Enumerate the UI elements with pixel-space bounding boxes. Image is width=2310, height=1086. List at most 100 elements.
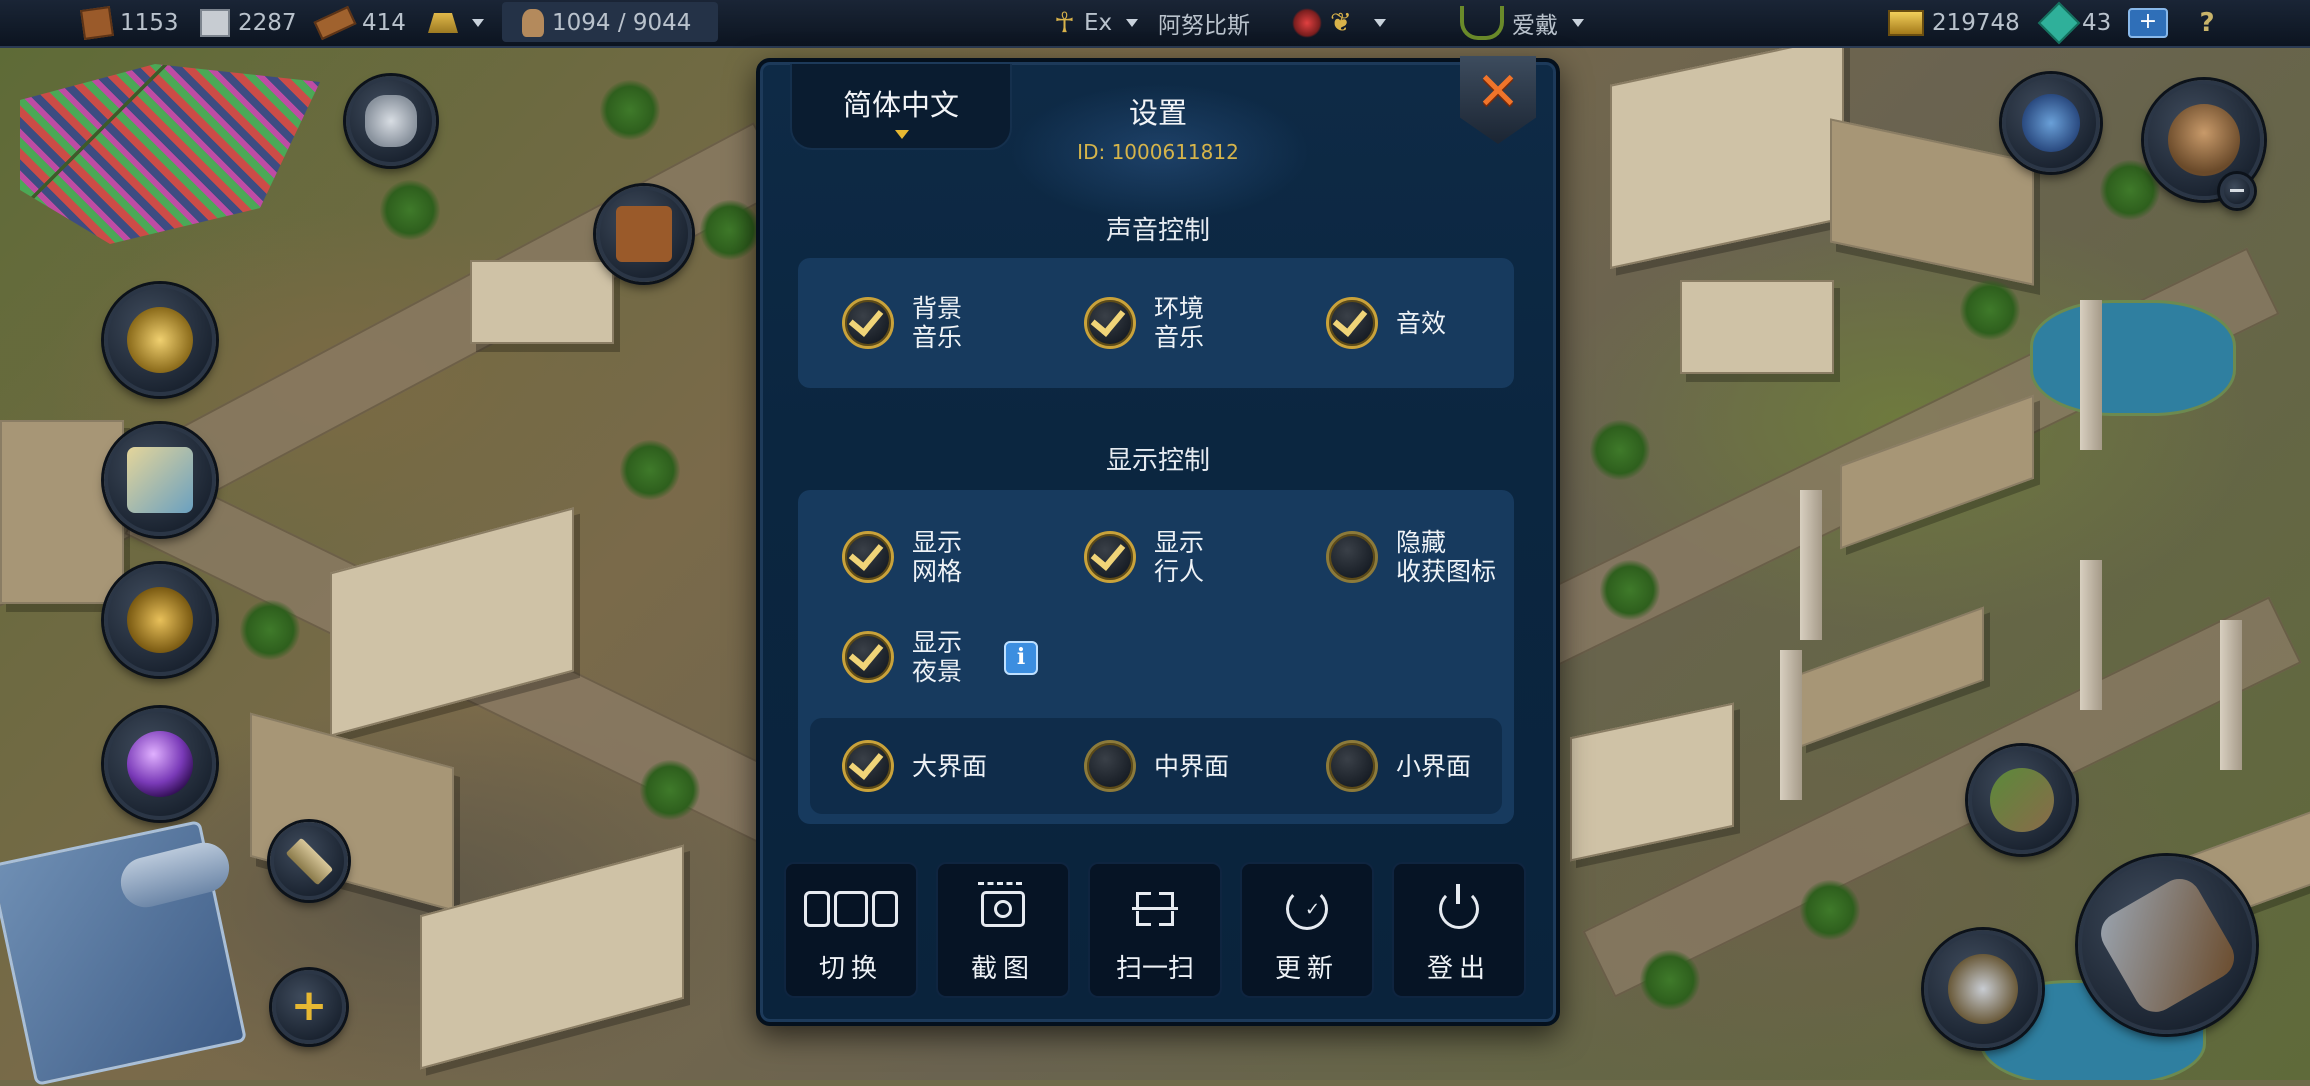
- display-section-title: 显示控制: [1105, 446, 1210, 476]
- pyramid-temple-building: [1610, 35, 1844, 269]
- palm-tree: [240, 600, 300, 660]
- minus-icon: [2230, 189, 2244, 192]
- info-icon[interactable]: i: [1004, 641, 1038, 675]
- zoom-out-button[interactable]: [2220, 174, 2254, 208]
- monument-button[interactable]: [2002, 74, 2100, 172]
- laurel-icon: [1460, 6, 1504, 40]
- option-label: 中界面: [1154, 751, 1230, 781]
- chevron-down-icon: [1374, 19, 1386, 27]
- toggle-sound-effects[interactable]: 音效: [1326, 288, 1446, 358]
- buy-gems[interactable]: +: [2128, 6, 2168, 40]
- checkbox-icon: [1326, 297, 1378, 349]
- checkbox-icon: [842, 297, 894, 349]
- chevron-down-icon: [472, 19, 484, 27]
- palm-tree: [1590, 420, 1650, 480]
- close-icon: ✕: [1476, 62, 1520, 122]
- obelisk: [1780, 650, 1802, 800]
- add-button[interactable]: +: [272, 970, 346, 1044]
- building: [470, 260, 614, 344]
- population: 1094 / 9044: [522, 6, 691, 40]
- plus-icon[interactable]: +: [2128, 8, 2168, 38]
- obelisk: [2080, 560, 2102, 710]
- ruler-rating-text: 爱戴: [1512, 13, 1558, 39]
- switch-account-button[interactable]: 切换: [784, 862, 918, 998]
- gem-value: 43: [2082, 10, 2112, 36]
- trade-button[interactable]: [104, 564, 216, 676]
- scan-icon: [1090, 884, 1220, 934]
- help[interactable]: ?: [2192, 6, 2222, 40]
- palm-tree: [700, 200, 760, 260]
- plank-icon: [313, 5, 357, 41]
- top-resource-bar: 1153 2287 414 1094 / 9044 ☥ Ex 阿努比斯 ❦ 爱戴…: [0, 0, 2310, 48]
- gold-value: 219748: [1932, 10, 2020, 36]
- option-label: 显示 网格: [912, 528, 963, 586]
- action-label: 切换: [818, 954, 883, 984]
- option-label: 显示 行人: [1154, 528, 1205, 586]
- building: [1830, 118, 2034, 286]
- crate-icon: [80, 6, 114, 40]
- toggle-show-grid[interactable]: 显示 网格: [842, 522, 962, 592]
- palm-tree: [1640, 950, 1700, 1010]
- checkbox-icon: [842, 631, 894, 683]
- radio-medium-ui[interactable]: 中界面: [1084, 731, 1229, 801]
- stone-icon: [200, 9, 230, 37]
- logout-button[interactable]: 登出: [1392, 862, 1526, 998]
- chat-bubble-icon: [364, 94, 418, 148]
- ruler-rating-dropdown[interactable]: 爱戴: [1460, 6, 1584, 40]
- orb-icon: [126, 730, 194, 798]
- help-icon[interactable]: ?: [2192, 8, 2222, 38]
- toggle-show-night-view[interactable]: 显示 夜景: [842, 622, 962, 692]
- layers-button[interactable]: [270, 822, 348, 900]
- resource-value: 1153: [120, 10, 179, 36]
- city-name: 阿努比斯: [1158, 6, 1250, 40]
- sound-panel: 背景 音乐 环境 音乐 音效: [798, 258, 1514, 388]
- clear-land-button[interactable]: [1924, 930, 2042, 1048]
- scales-icon: [126, 586, 194, 654]
- screenshot-button[interactable]: 截图: [936, 862, 1070, 998]
- goods-dropdown[interactable]: ❦: [1292, 6, 1386, 40]
- building: [1570, 702, 1734, 862]
- magic-orb-button[interactable]: [104, 708, 216, 820]
- military-button[interactable]: [104, 284, 216, 396]
- radio-small-ui[interactable]: 小界面: [1326, 731, 1471, 801]
- close-button[interactable]: ✕: [1460, 56, 1536, 144]
- chat-button[interactable]: [346, 76, 436, 166]
- gold-bars-icon: [428, 13, 458, 33]
- population-icon: [522, 9, 544, 37]
- action-label: 扫一扫: [1115, 954, 1194, 984]
- crate-icon: [615, 205, 673, 263]
- advisor-portrait-icon: [2168, 104, 2240, 176]
- resource-crates[interactable]: 1153: [80, 6, 179, 40]
- option-label: 环境 音乐: [1154, 294, 1205, 352]
- resource-value: 2287: [238, 10, 297, 36]
- deity-selector[interactable]: ☥ Ex: [1054, 6, 1139, 40]
- resources-dropdown[interactable]: [428, 6, 484, 40]
- radio-icon: [1084, 740, 1136, 792]
- checkbox-icon: [1084, 297, 1136, 349]
- chevron-down-icon: [1126, 19, 1139, 27]
- gold-icon: [1888, 10, 1924, 36]
- resource-stone[interactable]: 2287: [200, 6, 297, 40]
- power-icon: [1394, 884, 1524, 934]
- obelisk: [2080, 300, 2102, 450]
- scan-button[interactable]: 扫一扫: [1088, 862, 1222, 998]
- ankh-icon: ☥: [1054, 6, 1075, 39]
- resource-planks[interactable]: 414: [313, 5, 406, 41]
- building: [420, 844, 684, 1070]
- deity-label: Ex: [1084, 10, 1113, 36]
- update-button[interactable]: 更新: [1240, 862, 1374, 998]
- city-name-text: 阿努比斯: [1158, 13, 1250, 39]
- build-hammer-button[interactable]: [2078, 856, 2256, 1034]
- storage-button[interactable]: [596, 186, 692, 282]
- world-map-button[interactable]: [104, 424, 216, 536]
- action-label: 登出: [1426, 954, 1491, 984]
- toggle-hide-harvest-icons[interactable]: 隐藏 收获图标: [1326, 522, 1496, 592]
- option-label: 显示 夜景: [912, 628, 963, 686]
- toggle-background-music[interactable]: 背景 音乐: [842, 288, 962, 358]
- population-value: 1094 / 9044: [552, 10, 692, 36]
- palm-tree: [600, 80, 660, 140]
- radio-large-ui[interactable]: 大界面: [842, 731, 987, 801]
- road-build-button[interactable]: [1968, 746, 2076, 854]
- toggle-ambient-music[interactable]: 环境 音乐: [1084, 288, 1204, 358]
- toggle-show-pedestrians[interactable]: 显示 行人: [1084, 522, 1204, 592]
